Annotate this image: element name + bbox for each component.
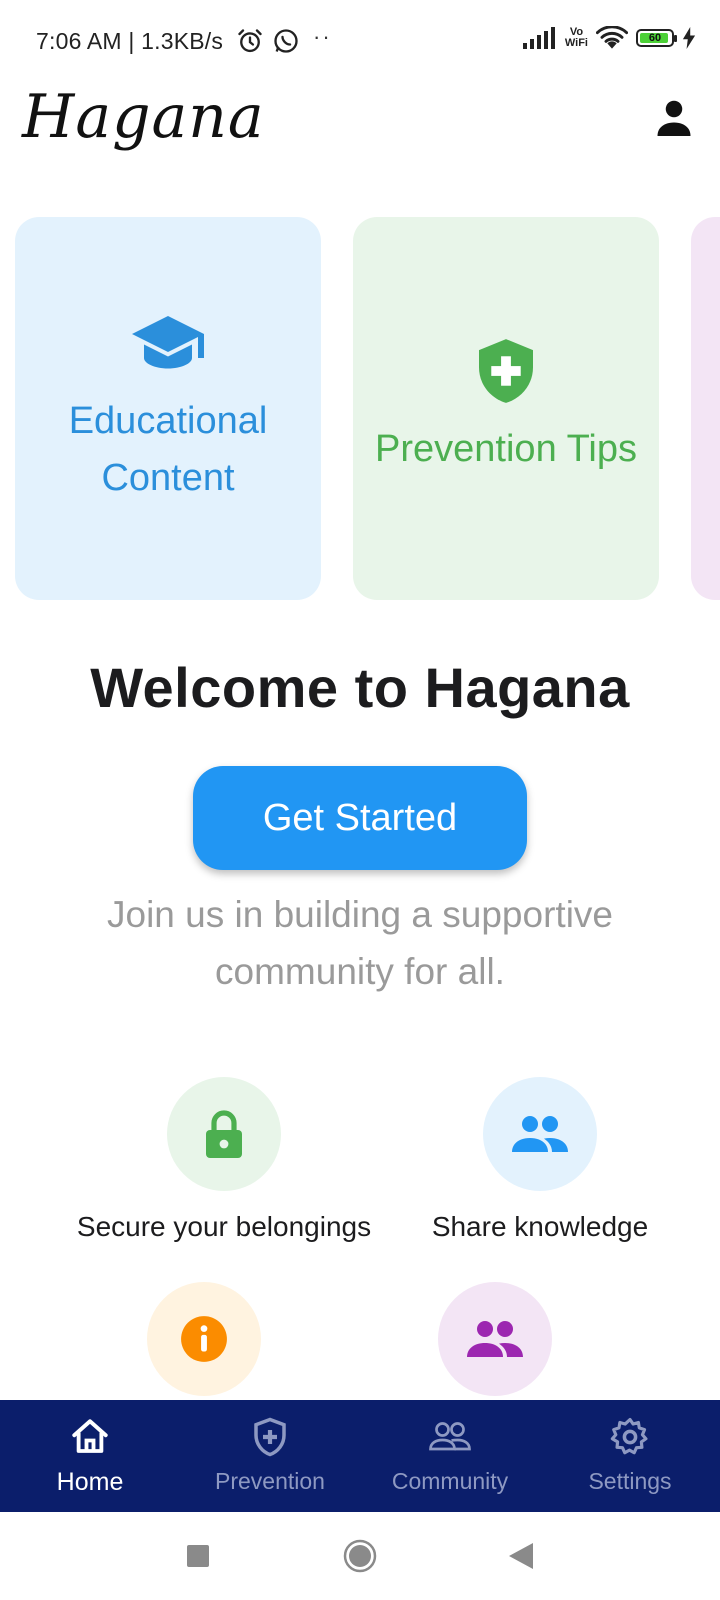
status-time: 7:06 AM | 1.3KB/s: [36, 28, 224, 54]
nav-label: Community: [391, 1468, 509, 1494]
status-bar: 7:06 AM | 1.3KB/s ·· Vo WiFi 60: [0, 0, 720, 80]
back-button[interactable]: [496, 1512, 546, 1600]
graduation-cap-icon: [132, 315, 204, 368]
back-triangle-icon: [509, 1543, 533, 1569]
shield-plus-icon: [479, 339, 533, 403]
shield-plus-icon: [254, 1417, 286, 1457]
card-prevention-tips[interactable]: Prevention Tips: [353, 217, 659, 600]
status-notification-icons: [236, 27, 300, 55]
feature-icon-circle: [483, 1077, 597, 1191]
system-home-button[interactable]: [330, 1512, 390, 1600]
home-icon: [72, 1419, 108, 1453]
charging-icon: [682, 27, 696, 49]
info-icon: [181, 1316, 227, 1362]
home-circle-icon: [343, 1539, 377, 1573]
battery-icon: 60: [636, 29, 677, 47]
lock-icon: [206, 1110, 242, 1158]
alarm-icon: [238, 29, 262, 53]
welcome-title: Welcome to Hagana: [90, 656, 630, 719]
recents-square-icon: [187, 1545, 209, 1567]
system-navigation-bar: [0, 1512, 720, 1600]
feature-info[interactable]: [147, 1282, 261, 1396]
vowifi-indicator: Vo WiFi: [564, 26, 588, 49]
feature-share-knowledge[interactable]: Share knowledge: [400, 1077, 680, 1243]
feature-secure-belongings[interactable]: Secure your belongings: [44, 1077, 404, 1243]
feature-community[interactable]: [438, 1282, 552, 1396]
recents-button[interactable]: [170, 1512, 226, 1600]
signal-icon: [522, 27, 555, 49]
gear-icon: [610, 1417, 648, 1455]
nav-community[interactable]: Community: [360, 1400, 540, 1512]
status-system-icons: Vo WiFi 60: [522, 26, 696, 50]
people-icon: [467, 1321, 523, 1357]
nav-home[interactable]: Home: [0, 1400, 180, 1512]
get-started-button[interactable]: Get Started: [193, 766, 527, 870]
people-outline-icon: [429, 1422, 471, 1451]
card-next-peek[interactable]: [691, 217, 720, 600]
feature-icon-circle: [438, 1282, 552, 1396]
feature-label: Share knowledge: [431, 1211, 649, 1242]
feature-icon-circle: [147, 1282, 261, 1396]
card-label: Educational Content: [68, 399, 268, 499]
welcome-tagline: Join us in building a supportive communi…: [107, 894, 613, 992]
people-icon: [512, 1116, 568, 1152]
bottom-navigation: Home Prevention Community Settings: [0, 1400, 720, 1512]
card-label: Prevention Tips: [375, 428, 637, 470]
card-educational-content[interactable]: Educational Content: [15, 217, 321, 600]
app-logo: Hagana: [22, 82, 265, 152]
app-header: Hagana: [0, 80, 720, 190]
wifi-icon: [596, 26, 628, 49]
feature-icon-circle: [167, 1077, 281, 1191]
feature-cards-carousel[interactable]: Educational Content Prevention Tips: [0, 217, 720, 602]
person-icon[interactable]: [656, 98, 692, 138]
nav-label: Prevention: [215, 1468, 325, 1494]
nav-settings[interactable]: Settings: [540, 1400, 720, 1512]
whatsapp-icon: [274, 29, 298, 53]
feature-label: Secure your belongings: [76, 1211, 372, 1242]
status-more-dots: ··: [313, 24, 332, 49]
nav-label: Settings: [588, 1468, 672, 1494]
nav-label: Home: [56, 1468, 124, 1496]
nav-prevention[interactable]: Prevention: [180, 1400, 360, 1512]
